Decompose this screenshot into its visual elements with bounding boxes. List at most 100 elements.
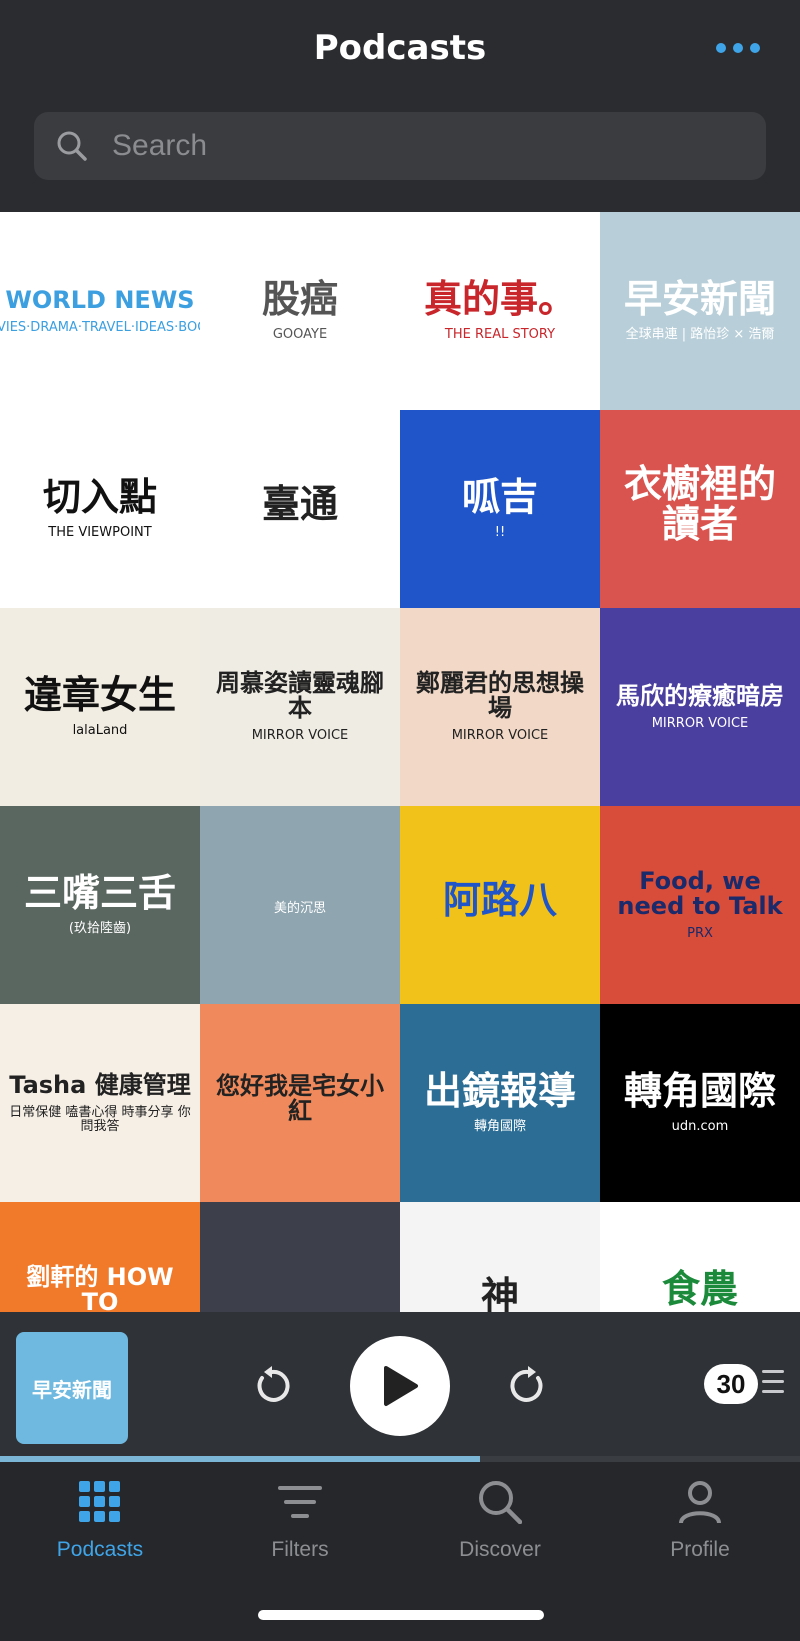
podcast-subtitle: MIRROR VOICE	[251, 728, 349, 744]
podcast-title: 神	[480, 1274, 519, 1312]
tab-label: Profile	[670, 1538, 730, 1561]
podcast-tile[interactable]: 出鏡報導 轉角國際	[400, 1004, 600, 1202]
home-indicator	[258, 1610, 544, 1620]
podcast-artwork: 阿路八	[437, 875, 563, 935]
podcast-tile[interactable]: 臺通	[200, 410, 400, 608]
dot-icon	[750, 43, 760, 53]
podcast-title: 呱吉	[461, 475, 538, 520]
podcast-artwork: 違章女生 lalaLand	[18, 670, 182, 744]
podcast-title: Tasha 健康管理	[9, 1070, 191, 1099]
podcast-tile[interactable]: 食農上下游 News	[600, 1202, 800, 1312]
podcast-title: 出鏡報導	[423, 1069, 576, 1114]
now-playing-artwork[interactable]: 早安新聞	[16, 1332, 128, 1444]
podcast-title: 切入點	[42, 475, 157, 520]
podcast-title: 轉角國際	[623, 1069, 776, 1114]
search-icon	[479, 1481, 522, 1524]
podcast-tile[interactable]: 鄭麗君的思想操場 MIRROR VOICE	[400, 608, 600, 806]
podcast-artwork: 馬欣的療癒暗房 MIRROR VOICE	[610, 678, 790, 737]
podcast-title: Food, we need to Talk	[617, 866, 783, 921]
dot-icon	[716, 43, 726, 53]
podcast-subtitle: THE REAL STORY	[444, 327, 556, 343]
podcast-artwork: 臺通	[256, 479, 344, 539]
tab-discover[interactable]: Discover	[400, 1480, 600, 1590]
skip-back-icon[interactable]	[250, 1364, 294, 1408]
podcast-tile[interactable]: Food, we need to Talk PRX	[600, 806, 800, 1004]
podcast-artwork: 鄭麗君的思想操場 MIRROR VOICE	[400, 665, 600, 749]
tab-label: Podcasts	[56, 1538, 144, 1561]
tab-bar: Podcasts Filters Discover Profile	[0, 1462, 800, 1641]
podcast-tile[interactable]: 衣櫥裡的讀者	[600, 410, 800, 608]
podcast-artwork	[294, 1291, 306, 1311]
podcast-artwork: 出鏡報導 轉角國際	[418, 1066, 582, 1140]
podcast-subtitle: GOOAYE	[272, 327, 328, 343]
podcast-tile[interactable]: 違章女生 lalaLand	[0, 608, 200, 806]
podcast-subtitle: MIRROR VOICE	[451, 728, 549, 744]
podcast-artwork: 股癌 GOOAYE	[256, 274, 344, 348]
tab-label: Filters	[271, 1538, 329, 1561]
tab-filters[interactable]: Filters	[200, 1480, 400, 1590]
podcast-tile[interactable]: 美的沉思	[200, 806, 400, 1004]
podcast-tile[interactable]: 轉角國際 udn.com	[600, 1004, 800, 1202]
top-bar: Podcasts	[0, 0, 800, 100]
search-input[interactable]: Search	[34, 112, 766, 180]
podcast-title: 三嘴三舌	[23, 871, 176, 916]
podcast-title: 鄭麗君的思想操場	[416, 668, 584, 723]
podcast-title: 股癌	[261, 277, 338, 322]
podcast-subtitle: MIRROR VOICE	[651, 715, 749, 731]
podcast-subtitle: 日常保健 嗑書心得 時事分享 你問我答	[9, 1104, 191, 1134]
podcast-subtitle: lalaLand	[72, 723, 128, 739]
queue-icon[interactable]	[762, 1370, 784, 1400]
mini-player: 早安新聞 30	[0, 1312, 800, 1458]
podcast-artwork: 轉角國際 udn.com	[618, 1066, 782, 1140]
podcast-artwork: 您好我是宅女小紅	[200, 1068, 400, 1138]
skip-forward-icon[interactable]	[506, 1364, 550, 1408]
podcast-tile[interactable]: 股癌 GOOAYE	[200, 212, 400, 410]
podcast-artwork: Tasha 健康管理 日常保健 嗑書心得 時事分享 你問我答	[0, 1067, 200, 1139]
podcast-subtitle: 轉角國際	[473, 1119, 526, 1135]
podcast-artwork: 呱吉!!	[456, 472, 544, 546]
podcast-artwork: 神	[475, 1271, 525, 1312]
podcast-title: 早安新聞	[623, 277, 776, 322]
podcast-tile[interactable]: 呱吉!!	[400, 410, 600, 608]
podcast-artwork: 劉軒的 HOW TOLife·Story·Psychology	[0, 1259, 200, 1312]
podcast-title: 周慕姿讀靈魂腳本	[216, 668, 384, 723]
podcast-title: 馬欣的療癒暗房	[616, 681, 784, 710]
tab-podcasts[interactable]: Podcasts	[0, 1480, 200, 1590]
podcast-subtitle: 美的沉思	[273, 901, 326, 917]
podcast-artwork: 美的沉思	[268, 888, 332, 922]
tab-profile[interactable]: Profile	[600, 1480, 800, 1590]
profile-icon	[679, 1481, 721, 1524]
grid-icon	[79, 1481, 120, 1522]
play-button[interactable]	[350, 1336, 450, 1436]
podcast-tile[interactable]: WORLD NEWS MOVIES·DRAMA·TRAVEL·IDEAS·BOOK…	[0, 212, 200, 410]
podcast-subtitle: (玖拾陸齒)	[68, 921, 132, 937]
podcast-tile[interactable]: 三嘴三舌 (玖拾陸齒)	[0, 806, 200, 1004]
podcast-title: WORLD NEWS	[5, 285, 195, 314]
podcast-artwork: 切入點 THE VIEWPOINT	[37, 472, 163, 546]
podcast-title: 衣櫥裡的讀者	[623, 462, 776, 546]
podcast-tile[interactable]: 您好我是宅女小紅	[200, 1004, 400, 1202]
podcast-artwork: Food, we need to Talk PRX	[600, 863, 800, 947]
podcast-tile[interactable]: 周慕姿讀靈魂腳本 MIRROR VOICE	[200, 608, 400, 806]
podcast-tile[interactable]: Tasha 健康管理 日常保健 嗑書心得 時事分享 你問我答	[0, 1004, 200, 1202]
podcast-tile[interactable]	[200, 1202, 400, 1312]
podcast-tile[interactable]: 切入點 THE VIEWPOINT	[0, 410, 200, 608]
podcast-artwork: 周慕姿讀靈魂腳本 MIRROR VOICE	[200, 665, 400, 749]
podcast-subtitle: MOVIES·DRAMA·TRAVEL·IDEAS·BOOKS	[0, 319, 200, 335]
more-options-button[interactable]	[716, 36, 760, 60]
podcast-tile[interactable]: 神	[400, 1202, 600, 1312]
podcast-tile[interactable]: 阿路八	[400, 806, 600, 1004]
podcast-tile[interactable]: 劉軒的 HOW TOLife·Story·Psychology	[0, 1202, 200, 1312]
podcast-title: 您好我是宅女小紅	[216, 1071, 384, 1125]
podcast-artwork: 食農上下游 News	[655, 1264, 745, 1312]
page-title: Podcasts	[313, 28, 487, 68]
podcast-tile[interactable]: 真的事。 THE REAL STORY	[400, 212, 600, 410]
podcast-tile[interactable]: 馬欣的療癒暗房 MIRROR VOICE	[600, 608, 800, 806]
podcast-title: 違章女生	[23, 673, 176, 718]
search-placeholder: Search	[112, 129, 208, 162]
podcast-subtitle: udn.com	[671, 1119, 729, 1135]
podcast-artwork: 真的事。 THE REAL STORY	[418, 274, 582, 348]
podcast-tile[interactable]: 早安新聞 全球串連 | 路怡珍 × 浩爾	[600, 212, 800, 410]
playback-speed-button[interactable]: 30	[704, 1364, 758, 1404]
tab-label: Discover	[459, 1538, 541, 1561]
